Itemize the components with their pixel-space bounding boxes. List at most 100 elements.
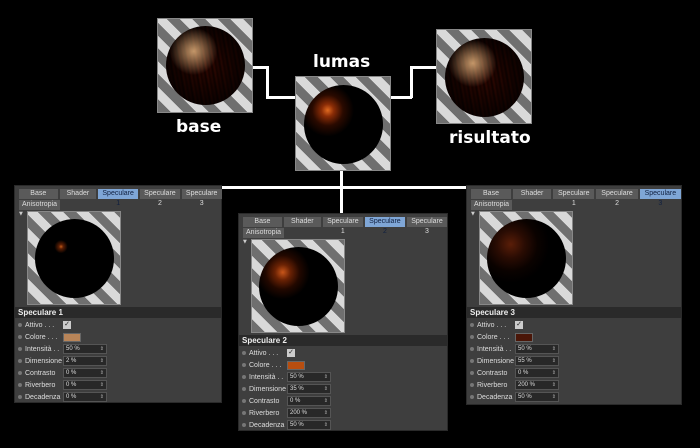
- tab-speculare-3[interactable]: Speculare 3: [406, 217, 448, 235]
- keyframe-dot[interactable]: [18, 347, 22, 351]
- keyframe-dot[interactable]: [18, 383, 22, 387]
- tab-speculare-2[interactable]: Speculare 2: [140, 189, 180, 207]
- attivo-row: Attivo . . . ✓: [470, 320, 523, 330]
- keyframe-dot[interactable]: [242, 351, 246, 355]
- riverbero-field[interactable]: 200 % ⇕: [287, 408, 331, 418]
- keyframe-dot[interactable]: [470, 323, 474, 327]
- colore-swatch[interactable]: [515, 332, 533, 342]
- keyframe-dot[interactable]: [470, 335, 474, 339]
- attivo-checkbox[interactable]: ✓: [63, 321, 71, 329]
- decadenza-label: Decadenza: [477, 393, 513, 401]
- tab-speculare-1[interactable]: Speculare 1: [553, 189, 595, 207]
- attivo-label: Attivo . . .: [477, 321, 507, 329]
- keyframe-dot[interactable]: [18, 335, 22, 339]
- keyframe-dot[interactable]: [242, 399, 246, 403]
- intensita-field[interactable]: 50 % ⇕: [287, 372, 331, 382]
- keyframe-dot[interactable]: [470, 395, 474, 399]
- tab-base[interactable]: Base: [19, 189, 58, 199]
- tab-shader[interactable]: Shader: [59, 189, 97, 199]
- tab-anisotropia[interactable]: Anisotropia: [19, 200, 61, 210]
- keyframe-dot[interactable]: [470, 359, 474, 363]
- tab-speculare-3[interactable]: Speculare 3: [639, 189, 682, 207]
- attivo-checkbox[interactable]: ✓: [515, 321, 523, 329]
- keyframe-dot[interactable]: [18, 371, 22, 375]
- decadenza-label: Decadenza: [25, 393, 61, 401]
- keyframe-dot[interactable]: [242, 423, 246, 427]
- contrasto-field[interactable]: 0 % ⇕: [515, 368, 559, 378]
- connector-line: [266, 96, 296, 99]
- tab-anisotropia[interactable]: Anisotropia: [471, 200, 513, 210]
- tab-speculare-2[interactable]: Speculare 2: [364, 217, 405, 235]
- contrasto-label: Contrasto: [477, 369, 508, 377]
- tab-bar: Base Shader Speculare 1 Speculare 2 Spec…: [471, 189, 682, 207]
- connector-line: [222, 186, 466, 189]
- result-material-preview: [436, 29, 532, 124]
- lumas-label: lumas: [313, 52, 371, 72]
- colore-swatch[interactable]: [287, 360, 305, 370]
- base-label: base: [176, 117, 222, 137]
- connector-line: [410, 66, 413, 98]
- colore-label: Colore . . .: [477, 333, 510, 341]
- connector-line: [266, 66, 269, 98]
- collapse-arrow-icon[interactable]: ▼: [19, 211, 23, 217]
- attivo-checkbox[interactable]: ✓: [287, 349, 295, 357]
- tab-speculare-3[interactable]: Speculare 3: [181, 189, 222, 207]
- keyframe-dot[interactable]: [470, 383, 474, 387]
- attivo-label: Attivo . . .: [249, 349, 279, 357]
- riverbero-field[interactable]: 0 % ⇕: [63, 380, 107, 390]
- keyframe-dot[interactable]: [470, 371, 474, 375]
- decadenza-row: Decadenza 50 % ⇕: [242, 420, 331, 430]
- tab-bar: Base Shader Speculare 1 Speculare 2 Spec…: [243, 217, 448, 235]
- contrasto-row: Contrasto 0 % ⇕: [242, 396, 331, 406]
- lumas-sphere: [304, 85, 383, 164]
- decadenza-field[interactable]: 50 % ⇕: [287, 420, 331, 430]
- riverbero-row: Riverbero 200 % ⇕: [470, 380, 559, 390]
- tab-base[interactable]: Base: [471, 189, 511, 199]
- tab-shader[interactable]: Shader: [283, 217, 321, 227]
- intensita-field[interactable]: 50 % ⇕: [515, 344, 559, 354]
- section-title: Speculare 1: [15, 307, 221, 318]
- decadenza-field[interactable]: 0 % ⇕: [63, 392, 107, 402]
- attivo-row: Attivo . . . ✓: [18, 320, 71, 330]
- tab-anisotropia[interactable]: Anisotropia: [243, 228, 285, 238]
- keyframe-dot[interactable]: [470, 347, 474, 351]
- keyframe-dot[interactable]: [18, 395, 22, 399]
- keyframe-dot[interactable]: [18, 359, 22, 363]
- contrasto-field[interactable]: 0 % ⇕: [287, 396, 331, 406]
- colore-swatch[interactable]: [63, 332, 81, 342]
- dimensione-label: Dimensione: [25, 357, 62, 365]
- specular3-panel: Base Shader Speculare 1 Speculare 2 Spec…: [466, 185, 682, 405]
- riverbero-field[interactable]: 200 % ⇕: [515, 380, 559, 390]
- specular1-preview: [27, 211, 121, 305]
- tab-speculare-2[interactable]: Speculare 2: [596, 189, 638, 207]
- dimensione-label: Dimensione: [249, 385, 286, 393]
- dimensione-field[interactable]: 2 % ⇕: [63, 356, 107, 366]
- colore-row: Colore . . .: [242, 360, 305, 370]
- tab-speculare-1[interactable]: Speculare 1: [98, 189, 139, 207]
- dimensione-field[interactable]: 35 % ⇕: [287, 384, 331, 394]
- intensita-field[interactable]: 50 % ⇕: [63, 344, 107, 354]
- intensita-label: Intensità . .: [477, 345, 512, 353]
- attivo-label: Attivo . . .: [25, 321, 55, 329]
- result-sphere: [445, 38, 524, 117]
- tab-shader[interactable]: Shader: [513, 189, 552, 199]
- keyframe-dot[interactable]: [242, 375, 246, 379]
- decadenza-row: Decadenza 0 % ⇕: [18, 392, 107, 402]
- section-title: Speculare 3: [467, 307, 681, 318]
- collapse-arrow-icon[interactable]: ▼: [471, 211, 475, 217]
- dimensione-field[interactable]: 55 % ⇕: [515, 356, 559, 366]
- tab-speculare-1[interactable]: Speculare 1: [322, 217, 363, 235]
- keyframe-dot[interactable]: [242, 387, 246, 391]
- contrasto-field[interactable]: 0 % ⇕: [63, 368, 107, 378]
- colore-row: Colore . . .: [18, 332, 81, 342]
- tab-base[interactable]: Base: [243, 217, 282, 227]
- keyframe-dot[interactable]: [242, 363, 246, 367]
- decadenza-field[interactable]: 50 % ⇕: [515, 392, 559, 402]
- keyframe-dot[interactable]: [242, 411, 246, 415]
- intensita-label: Intensità . .: [25, 345, 60, 353]
- keyframe-dot[interactable]: [18, 323, 22, 327]
- specular1-sphere: [35, 219, 114, 298]
- collapse-arrow-icon[interactable]: ▼: [243, 239, 247, 245]
- specular2-panel: Base Shader Speculare 1 Speculare 2 Spec…: [238, 213, 448, 431]
- contrasto-row: Contrasto 0 % ⇕: [18, 368, 107, 378]
